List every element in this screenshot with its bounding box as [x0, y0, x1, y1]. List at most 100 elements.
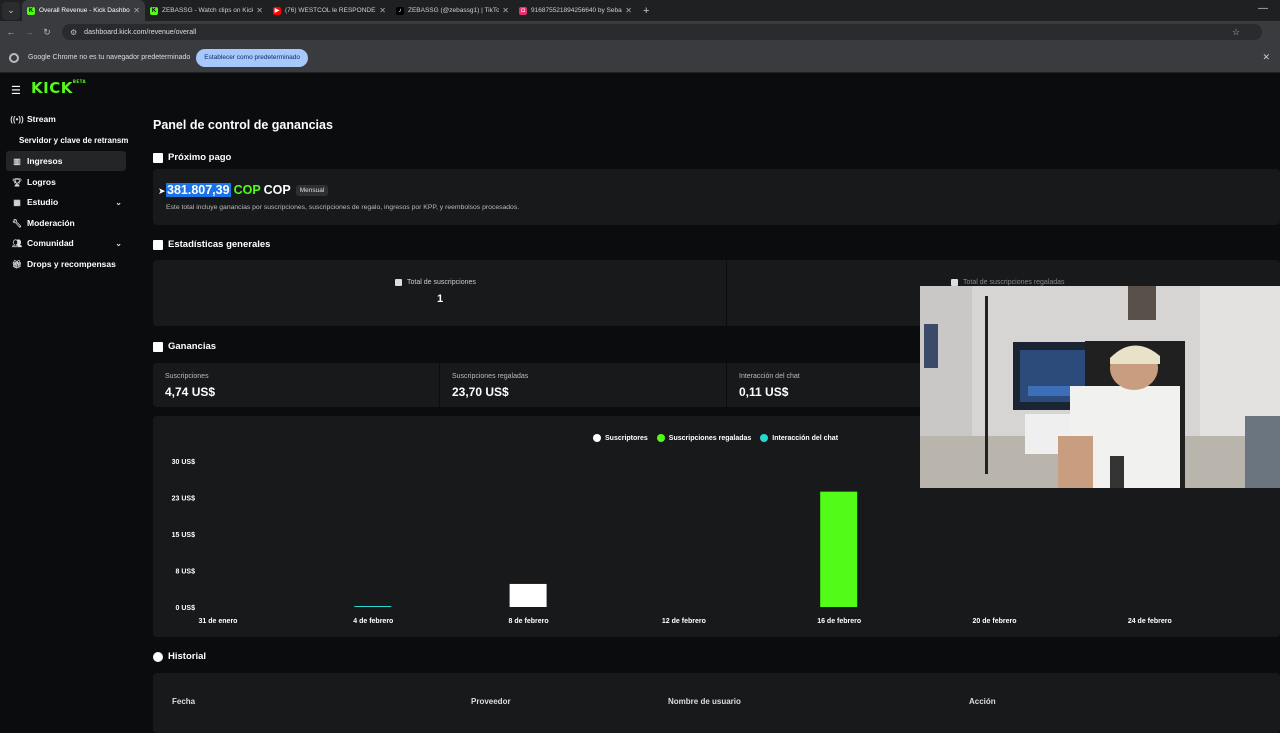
sidebar-item-comunidad[interactable]: 👥︎ Comunidad ⌄ [6, 233, 126, 253]
earning-card-label: Interacción del chat [739, 373, 800, 380]
chart-icon: ▥ [13, 156, 21, 166]
sidebar-item-moderacion[interactable]: 🔧︎ Moderación [6, 213, 126, 233]
wrench-icon: 🔧︎ [11, 218, 23, 228]
card-divider [439, 363, 440, 407]
browser-tab[interactable]: K ZEBASSG - Watch clips on Kick ✕ [145, 0, 268, 21]
sidebar-item-label: Logros [27, 177, 56, 187]
sidebar-item-stream[interactable]: ((•)) Stream [6, 109, 126, 129]
set-default-button[interactable]: Establecer como predeterminado [196, 48, 309, 67]
card-divider [726, 363, 727, 407]
y-tick-label: 0 US$ [176, 605, 196, 612]
tabs: K Overall Revenue - Kick Dashbo ✕ K ZEBASSG … [22, 0, 637, 21]
trophy-icon: 🏆︎ [11, 177, 23, 187]
tab-favicon-icon: ♪ [396, 6, 404, 15]
general-stats-heading: Estadísticas generales [153, 239, 270, 250]
label-text: Total de suscripciones regaladas [963, 279, 1065, 286]
y-tick-label: 23 US$ [172, 496, 195, 503]
tab-favicon-icon: ◘ [519, 6, 527, 15]
heading-text: Historial [168, 651, 207, 662]
earning-card-label: Suscripciones regaladas [452, 373, 529, 380]
logo-beta: BETA [72, 79, 87, 84]
tab-close-icon[interactable]: ✕ [625, 6, 632, 15]
browser-tab[interactable]: ▶ (76) WESTCOL le RESPONDE y ✕ [268, 0, 391, 21]
sidebar-subitem-stream-key[interactable]: Servidor y clave de retransm [19, 136, 128, 145]
tab-close-icon[interactable]: ✕ [502, 6, 509, 15]
sidebar: ☰ KICKBETA ((•)) Stream Servidor y clave … [0, 73, 140, 720]
tab-title: Overall Revenue - Kick Dashbo [39, 7, 130, 14]
site-info-icon[interactable]: ⚙ [70, 28, 77, 37]
x-tick-label: 20 de febrero [973, 618, 1017, 625]
sidebar-item-label: Stream [27, 114, 56, 124]
clock-icon [153, 651, 163, 662]
browser-tab[interactable]: K Overall Revenue - Kick Dashbo ✕ [22, 0, 145, 21]
chart-bar[interactable] [820, 491, 858, 607]
new-tab-icon[interactable]: + [643, 5, 649, 17]
tab-search-icon[interactable]: ⌄ [2, 1, 20, 20]
browser-tab[interactable]: ◘ 916875521894256640 by Sebas ✕ [514, 0, 637, 21]
tab-title: ZEBASSG - Watch clips on Kick [162, 7, 254, 14]
sidebar-item-estudio[interactable]: ▦ Estudio ⌄ [6, 192, 126, 212]
people-icon: 👥︎ [11, 238, 23, 248]
total-subs-value: 1 [437, 293, 444, 305]
url-text: dashboard.kick.com/revenue/overall [84, 28, 197, 36]
x-tick-label: 8 de febrero [509, 618, 549, 625]
earning-card-label: Suscripciones [165, 373, 209, 380]
chrome-icon [9, 52, 19, 63]
sidebar-item-label: Estudio [27, 197, 59, 207]
table-header-usuario[interactable]: Nombre de usuario [668, 697, 741, 706]
total-subs-label: Total de suscripciones [395, 279, 476, 286]
tab-title: ZEBASSG (@zebassg1) | TikTok [408, 7, 500, 14]
table-header-fecha[interactable]: Fecha [172, 697, 195, 706]
default-browser-infobar: Google Chrome no es tu navegador predete… [0, 43, 1280, 73]
bar-chart-icon [153, 341, 163, 352]
bookmark-star-icon[interactable]: ☆ [1232, 27, 1240, 38]
sidebar-item-label: Ingresos [27, 156, 63, 166]
url-input[interactable]: ⚙ dashboard.kick.com/revenue/overall ☆ [62, 24, 1262, 40]
film-icon: ▦ [13, 197, 21, 207]
chart-bar[interactable] [354, 606, 392, 607]
x-tick-label: 12 de febrero [662, 618, 706, 625]
sidebar-item-drops[interactable]: 🎁︎ Drops y recompensas [6, 254, 126, 274]
tab-favicon-icon: K [27, 6, 35, 15]
forward-icon[interactable]: → [20, 27, 38, 37]
hamburger-menu-icon[interactable]: ☰ [11, 84, 21, 97]
sidebar-item-ingresos[interactable]: ▥ Ingresos [6, 151, 126, 171]
currency-code-2: COP [263, 183, 291, 197]
chart-icon [395, 279, 402, 286]
browser-tab-strip: ⌄ K Overall Revenue - Kick Dashbo ✕ K ZEBASS… [0, 0, 1280, 21]
tab-close-icon[interactable]: ✕ [133, 6, 140, 15]
webcam-overlay [920, 286, 1280, 488]
sidebar-item-logros[interactable]: 🏆︎ Logros [6, 172, 126, 192]
chart-icon [951, 279, 958, 286]
browser-tab[interactable]: ♪ ZEBASSG (@zebassg1) | TikTok ✕ [391, 0, 514, 21]
payment-amount: 381.807,39 COP COP Mensual [166, 183, 329, 197]
history-table: Fecha Proveedor Nombre de usuario Acción [153, 673, 1280, 733]
heading-text: Ganancias [168, 341, 217, 352]
sidebar-item-label: Drops y recompensas [27, 259, 116, 269]
currency-code: COP [233, 183, 261, 197]
infobar-close-icon[interactable]: ✕ [1262, 52, 1270, 63]
tab-close-icon[interactable]: ✕ [379, 6, 386, 15]
tab-close-icon[interactable]: ✕ [256, 6, 263, 15]
broadcast-icon: ((•)) [10, 114, 24, 124]
heading-text: Estadísticas generales [168, 239, 271, 250]
history-heading: Historial [153, 651, 206, 662]
next-payment-heading: Próximo pago [153, 152, 231, 163]
chart-bar[interactable] [509, 583, 547, 607]
wallet-icon [153, 152, 163, 163]
x-tick-label: 31 de enero [199, 618, 238, 625]
back-icon[interactable]: ← [2, 27, 20, 37]
amount-value[interactable]: 381.807,39 [166, 183, 231, 197]
minimize-icon[interactable]: — [1258, 3, 1268, 14]
table-header-proveedor[interactable]: Proveedor [471, 697, 511, 706]
mouse-cursor: ➤ [158, 186, 166, 196]
reload-icon[interactable]: ↻ [38, 27, 56, 38]
chevron-down-icon: ⌄ [115, 197, 122, 207]
kick-logo[interactable]: KICKBETA [31, 79, 86, 97]
table-header-accion[interactable]: Acción [969, 697, 996, 706]
x-tick-label: 24 de febrero [1128, 618, 1172, 625]
earning-card-value: 4,74 US$ [165, 385, 216, 399]
earning-card-value: 23,70 US$ [452, 385, 509, 399]
tab-title: 916875521894256640 by Sebas [531, 7, 623, 14]
payment-note: Este total incluye ganancias por suscrip… [166, 204, 520, 211]
